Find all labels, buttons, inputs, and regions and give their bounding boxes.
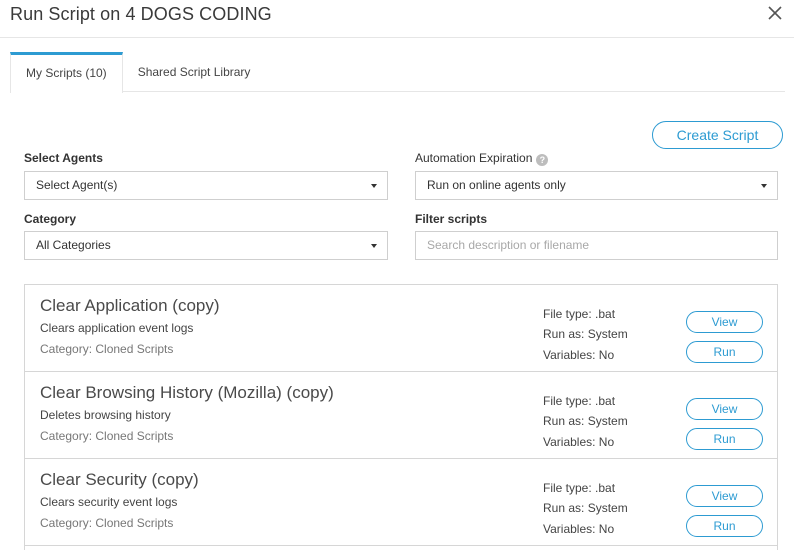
category-dropdown[interactable]: All Categories [24,231,388,260]
modal-header: Run Script on 4 DOGS CODING [0,0,794,38]
create-script-button[interactable]: Create Script [652,121,783,149]
select-agents-dropdown[interactable]: Select Agent(s) [24,171,388,200]
script-name: Clear Browsing History (Mozilla) (copy) [40,383,334,402]
view-button[interactable]: View [686,398,763,420]
chevron-down-icon [761,184,767,188]
script-description: Clears application event logs [40,321,194,335]
category-label: Category [24,212,77,226]
close-button[interactable] [764,2,786,24]
select-agents-label: Select Agents [24,151,103,165]
script-description: Deletes browsing history [40,408,171,422]
view-button[interactable]: View [686,311,763,333]
script-run-as: Run as: System [543,414,628,428]
script-category: Category: Cloned Scripts [40,516,174,530]
script-run-as: Run as: System [543,327,628,341]
automation-expiration-label: Automation Expiration? [415,151,549,166]
script-file-type: File type: .bat [543,481,616,495]
script-name: Clear Security (copy) [40,470,199,489]
view-button[interactable]: View [686,485,763,507]
script-variables: Variables: No [543,522,615,536]
script-file-type: File type: .bat [543,394,616,408]
script-category: Category: Cloned Scripts [40,429,174,443]
chevron-down-icon [371,184,377,188]
script-file-type: File type: .bat [543,307,616,321]
run-button[interactable]: Run [686,428,763,450]
select-agents-value: Select Agent(s) [36,178,118,192]
tab-my-scripts[interactable]: My Scripts (10) [10,52,123,93]
close-icon [768,6,782,20]
script-row: Clear Security (copy) Clears security ev… [25,459,777,546]
script-variables: Variables: No [543,435,615,449]
script-run-as: Run as: System [543,501,628,515]
automation-expiration-dropdown[interactable]: Run on online agents only [415,171,778,200]
script-row: Clear Browsing History (Mozilla) (copy) … [25,372,777,459]
run-button[interactable]: Run [686,515,763,537]
tab-bar: My Scripts (10) Shared Script Library [10,52,785,93]
modal-title: Run Script on 4 DOGS CODING [10,4,272,24]
script-row: Clear Application (copy) Clears applicat… [25,285,777,372]
filter-scripts-label: Filter scripts [415,212,488,226]
tab-shared-script-library[interactable]: Shared Script Library [123,52,266,92]
chevron-down-icon [371,244,377,248]
script-description: Clears security event logs [40,495,178,509]
run-button[interactable]: Run [686,341,763,363]
automation-expiration-value: Run on online agents only [427,178,566,192]
help-icon[interactable]: ? [536,154,549,166]
script-category: Category: Cloned Scripts [40,342,174,356]
category-value: All Categories [36,238,111,252]
filter-scripts-input[interactable] [427,238,777,252]
automation-expiration-text: Automation Expiration [415,151,533,165]
script-name: Clear Application (copy) [40,296,220,315]
filter-scripts-field[interactable] [415,231,778,260]
script-variables: Variables: No [543,348,615,362]
script-list: Clear Application (copy) Clears applicat… [24,284,778,550]
